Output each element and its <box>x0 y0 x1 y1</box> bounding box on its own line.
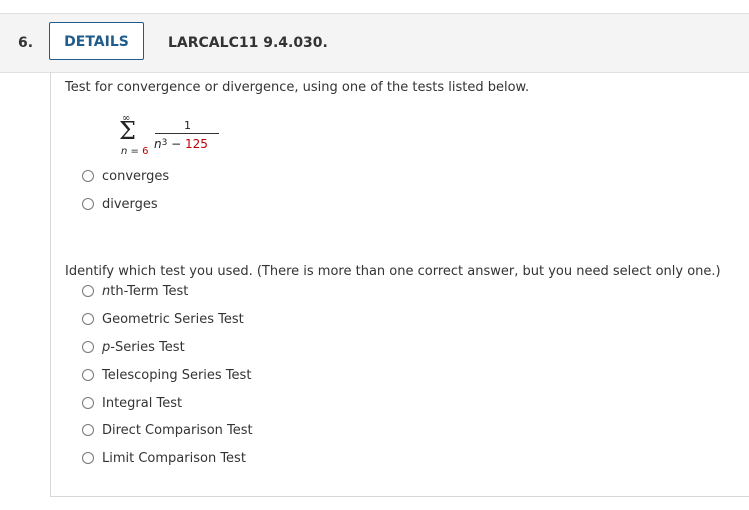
nth-term-test-radio[interactable] <box>82 285 94 297</box>
problem-id: LARCALC11 9.4.030. <box>168 35 328 51</box>
question-prompt: Test for convergence or divergence, usin… <box>65 80 530 95</box>
geometric-series-test-radio[interactable] <box>82 313 94 325</box>
limit-comparison-test-radio[interactable] <box>82 452 94 464</box>
fraction-numerator: 1 <box>184 119 191 132</box>
direct-comparison-test-radio[interactable] <box>82 424 94 436</box>
sigma-symbol: Σ <box>119 117 136 145</box>
p-series-test-label[interactable]: p-Series Test <box>102 340 185 355</box>
denominator-exponent: 3 <box>161 138 168 148</box>
diverges-label[interactable]: diverges <box>102 197 158 212</box>
test-prompt: Identify which test you used. (There is … <box>65 264 721 279</box>
denominator-variable: n <box>154 137 162 151</box>
integral-test-radio[interactable] <box>82 397 94 409</box>
geometric-series-test-label[interactable]: Geometric Series Test <box>102 312 244 327</box>
series-lower-limit: n = 6 <box>121 146 148 157</box>
telescoping-series-test-label[interactable]: Telescoping Series Test <box>102 368 251 383</box>
details-button[interactable]: DETAILS <box>49 22 144 60</box>
p-series-test-radio[interactable] <box>82 341 94 353</box>
series-expression: ∞ Σ n = 6 1 n3 − 125 <box>118 113 228 159</box>
converges-radio[interactable] <box>82 170 94 182</box>
fraction-denominator: n3 − 125 <box>154 137 208 151</box>
limit-comparison-test-label[interactable]: Limit Comparison Test <box>102 451 246 466</box>
diverges-radio[interactable] <box>82 198 94 210</box>
nth-term-test-label[interactable]: nth-Term Test <box>102 284 188 299</box>
converges-label[interactable]: converges <box>102 169 169 184</box>
question-number: 6. <box>18 35 34 51</box>
index-start: 6 <box>142 146 149 157</box>
question-header: 6. DETAILS LARCALC11 9.4.030. <box>0 13 749 73</box>
fraction-bar <box>155 133 219 134</box>
index-equals: = <box>127 146 143 157</box>
direct-comparison-test-label[interactable]: Direct Comparison Test <box>102 423 253 438</box>
denominator-constant: 125 <box>185 137 208 151</box>
telescoping-series-test-radio[interactable] <box>82 369 94 381</box>
integral-test-label[interactable]: Integral Test <box>102 396 182 411</box>
denominator-operator: − <box>167 137 186 151</box>
